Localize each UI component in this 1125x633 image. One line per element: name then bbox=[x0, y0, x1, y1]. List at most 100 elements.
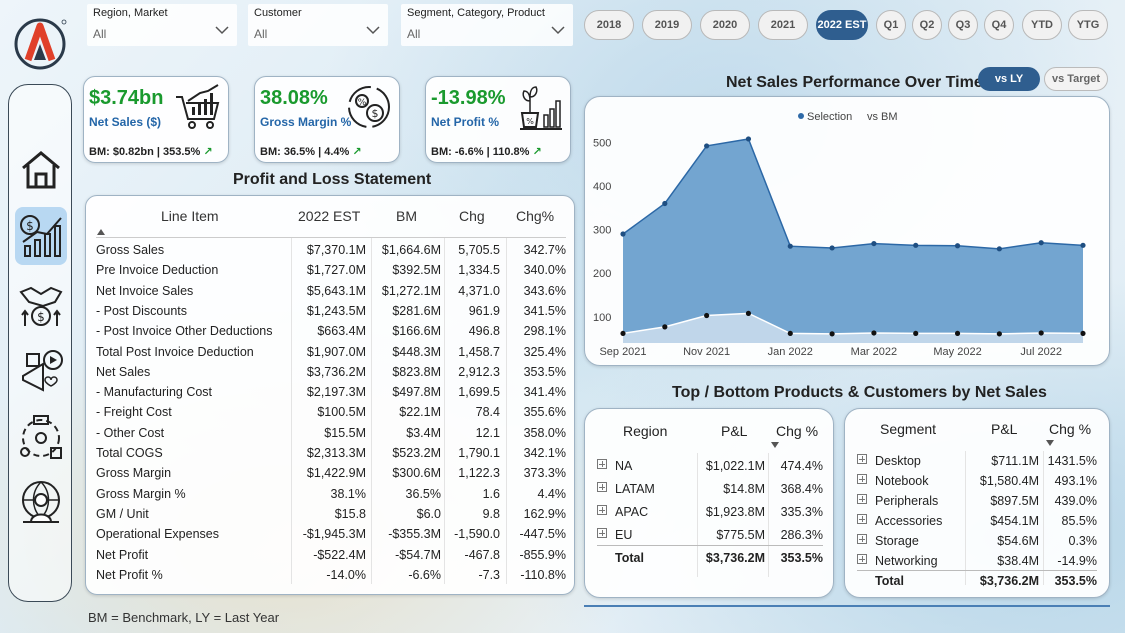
table-row[interactable]: Gross Sales $7,370.1M $1,664.6M 5,705.5 342.… bbox=[96, 240, 566, 260]
data-point[interactable] bbox=[829, 331, 835, 337]
data-point[interactable] bbox=[954, 330, 961, 337]
column-header-segment[interactable]: Segment bbox=[880, 421, 936, 437]
table-row[interactable]: Net Profit -$522.4M -$54.7M -467.8 -855.9% bbox=[96, 545, 566, 565]
column-header-chg-pct[interactable]: Chg% bbox=[516, 208, 554, 224]
nav-marketing-view[interactable] bbox=[15, 341, 67, 399]
expand-icon[interactable] bbox=[857, 514, 867, 524]
column-header-pl[interactable]: P&L bbox=[721, 423, 747, 439]
table-row[interactable]: - Other Cost $15.5M $3.4M 12.1 358.0% bbox=[96, 423, 566, 443]
data-point[interactable] bbox=[1080, 242, 1086, 248]
data-point[interactable] bbox=[620, 330, 626, 337]
period-q3[interactable]: Q3 bbox=[948, 10, 978, 40]
data-point[interactable] bbox=[871, 330, 877, 336]
column-header-chg[interactable]: Chg bbox=[459, 208, 485, 224]
data-point[interactable] bbox=[954, 243, 961, 249]
period-2018[interactable]: 2018 bbox=[584, 10, 634, 40]
data-point[interactable] bbox=[704, 143, 710, 149]
table-row[interactable]: - Manufacturing Cost $2,197.3M $497.8M 1,69… bbox=[96, 382, 566, 402]
expand-icon[interactable] bbox=[857, 494, 867, 504]
table-row[interactable]: Net Profit % -14.0% -6.6% -7.3 -110.8% bbox=[96, 565, 566, 585]
table-row[interactable]: Networking $38.4M -14.9% bbox=[857, 550, 1097, 572]
period-q2[interactable]: Q2 bbox=[912, 10, 942, 40]
table-row[interactable]: Storage $54.6M 0.3% bbox=[857, 530, 1097, 552]
data-point[interactable] bbox=[620, 231, 626, 237]
expand-icon[interactable] bbox=[857, 474, 867, 484]
table-row[interactable]: Accessories $454.1M 85.5% bbox=[857, 510, 1097, 532]
expand-icon[interactable] bbox=[597, 528, 607, 538]
period-ytd[interactable]: YTD bbox=[1022, 10, 1062, 40]
customer-filter[interactable]: Customer All bbox=[248, 4, 388, 46]
table-row[interactable]: Notebook $1,580.4M 493.1% bbox=[857, 470, 1097, 492]
period-q4[interactable]: Q4 bbox=[984, 10, 1014, 40]
data-point[interactable] bbox=[871, 240, 877, 247]
data-point[interactable] bbox=[1038, 330, 1044, 336]
sort-asc-icon[interactable] bbox=[96, 228, 106, 236]
table-row[interactable]: Pre Invoice Deduction $1,727.0M $392.5M 1,3… bbox=[96, 260, 566, 280]
expand-icon[interactable] bbox=[857, 554, 867, 564]
toggle-vs-target[interactable]: vs Target bbox=[1044, 67, 1108, 91]
expand-icon[interactable] bbox=[597, 459, 607, 469]
expand-icon[interactable] bbox=[597, 482, 607, 492]
table-row[interactable]: Desktop $711.1M 1431.5% bbox=[857, 450, 1097, 472]
region-market-filter[interactable]: Region, Market All bbox=[87, 4, 237, 46]
expand-icon[interactable] bbox=[857, 454, 867, 464]
data-point[interactable] bbox=[745, 136, 752, 142]
table-row[interactable]: Net Sales $3,736.2M $823.8M 2,912.3 353.5% bbox=[96, 362, 566, 382]
column-header-chg-pct[interactable]: Chg % bbox=[776, 423, 818, 439]
data-point[interactable] bbox=[1080, 330, 1086, 337]
period-2022-est[interactable]: 2022 EST bbox=[816, 10, 868, 40]
period-ytg[interactable]: YTG bbox=[1068, 10, 1108, 40]
sort-desc-icon[interactable] bbox=[771, 442, 779, 448]
nav-home[interactable] bbox=[15, 141, 67, 199]
column-header-pl[interactable]: P&L bbox=[991, 421, 1017, 437]
table-row[interactable]: - Post Invoice Other Deductions $663.4M $1… bbox=[96, 321, 566, 341]
table-row[interactable]: - Post Discounts $1,243.5M $281.6M 961.9 341… bbox=[96, 301, 566, 321]
table-row[interactable]: Operational Expenses -$1,945.3M -$355.3M -1… bbox=[96, 524, 566, 544]
table-row[interactable]: Gross Margin % 38.1% 36.5% 1.6 4.4% bbox=[96, 484, 566, 504]
period-2020[interactable]: 2020 bbox=[700, 10, 750, 40]
expand-icon[interactable] bbox=[857, 534, 867, 544]
table-row[interactable]: - Freight Cost $100.5M $22.1M 78.4 355.6% bbox=[96, 402, 566, 422]
nav-executive-view[interactable] bbox=[15, 473, 67, 531]
table-row[interactable]: Gross Margin $1,422.9M $300.6M 1,122.3 373.3… bbox=[96, 463, 566, 483]
table-row[interactable]: NA $1,022.1M 474.4% bbox=[597, 455, 823, 477]
data-point[interactable] bbox=[662, 324, 668, 330]
column-header-line-item[interactable]: Line Item bbox=[161, 208, 219, 224]
nav-supply-chain-view[interactable] bbox=[15, 407, 67, 465]
data-point[interactable] bbox=[913, 330, 919, 337]
period-2019[interactable]: 2019 bbox=[642, 10, 692, 40]
nav-finance-view[interactable]: $ bbox=[15, 207, 67, 265]
toggle-vs-ly[interactable]: vs LY bbox=[978, 67, 1040, 91]
period-2021[interactable]: 2021 bbox=[758, 10, 808, 40]
data-point[interactable] bbox=[996, 246, 1002, 252]
data-point[interactable] bbox=[704, 312, 710, 319]
segment-category-product-filter[interactable]: Segment, Category, Product All bbox=[401, 4, 573, 46]
table-row[interactable]: Peripherals $897.5M 439.0% bbox=[857, 490, 1097, 512]
table-row[interactable]: Net Invoice Sales $5,643.1M $1,272.1M 4,371… bbox=[96, 281, 566, 301]
table-row[interactable]: LATAM $14.8M 368.4% bbox=[597, 478, 823, 500]
data-point[interactable] bbox=[913, 242, 919, 248]
data-point[interactable] bbox=[996, 331, 1002, 337]
table-row[interactable]: EU $775.5M 286.3% bbox=[597, 524, 823, 546]
table-row[interactable]: Total COGS $2,313.3M $523.2M 1,790.1 342.1% bbox=[96, 443, 566, 463]
column-header-2022-est[interactable]: 2022 EST bbox=[298, 208, 360, 224]
data-point[interactable] bbox=[1038, 240, 1044, 246]
line-item-cell: Gross Sales bbox=[96, 243, 165, 257]
period-q1[interactable]: Q1 bbox=[876, 10, 906, 40]
footer-note: BM = Benchmark, LY = Last Year bbox=[88, 610, 280, 625]
expand-icon[interactable] bbox=[597, 505, 607, 515]
table-row[interactable]: GM / Unit $15.8 $6.0 9.8 162.9% bbox=[96, 504, 566, 524]
data-point[interactable] bbox=[662, 200, 668, 207]
column-header-chg-pct[interactable]: Chg % bbox=[1049, 421, 1091, 437]
data-point[interactable] bbox=[829, 245, 835, 251]
nav-sales-view[interactable]: $ bbox=[15, 275, 67, 333]
table-row[interactable]: Total Post Invoice Deduction $1,907.0M $44… bbox=[96, 342, 566, 362]
data-point[interactable] bbox=[745, 310, 752, 316]
table-row[interactable]: APAC $1,923.8M 335.3% bbox=[597, 501, 823, 523]
column-header-region[interactable]: Region bbox=[623, 423, 667, 439]
sort-desc-icon[interactable] bbox=[1046, 440, 1054, 446]
column-header-bm[interactable]: BM bbox=[396, 208, 417, 224]
data-point[interactable] bbox=[787, 243, 793, 249]
est-cell: -$522.4M bbox=[313, 547, 366, 562]
data-point[interactable] bbox=[787, 330, 793, 337]
